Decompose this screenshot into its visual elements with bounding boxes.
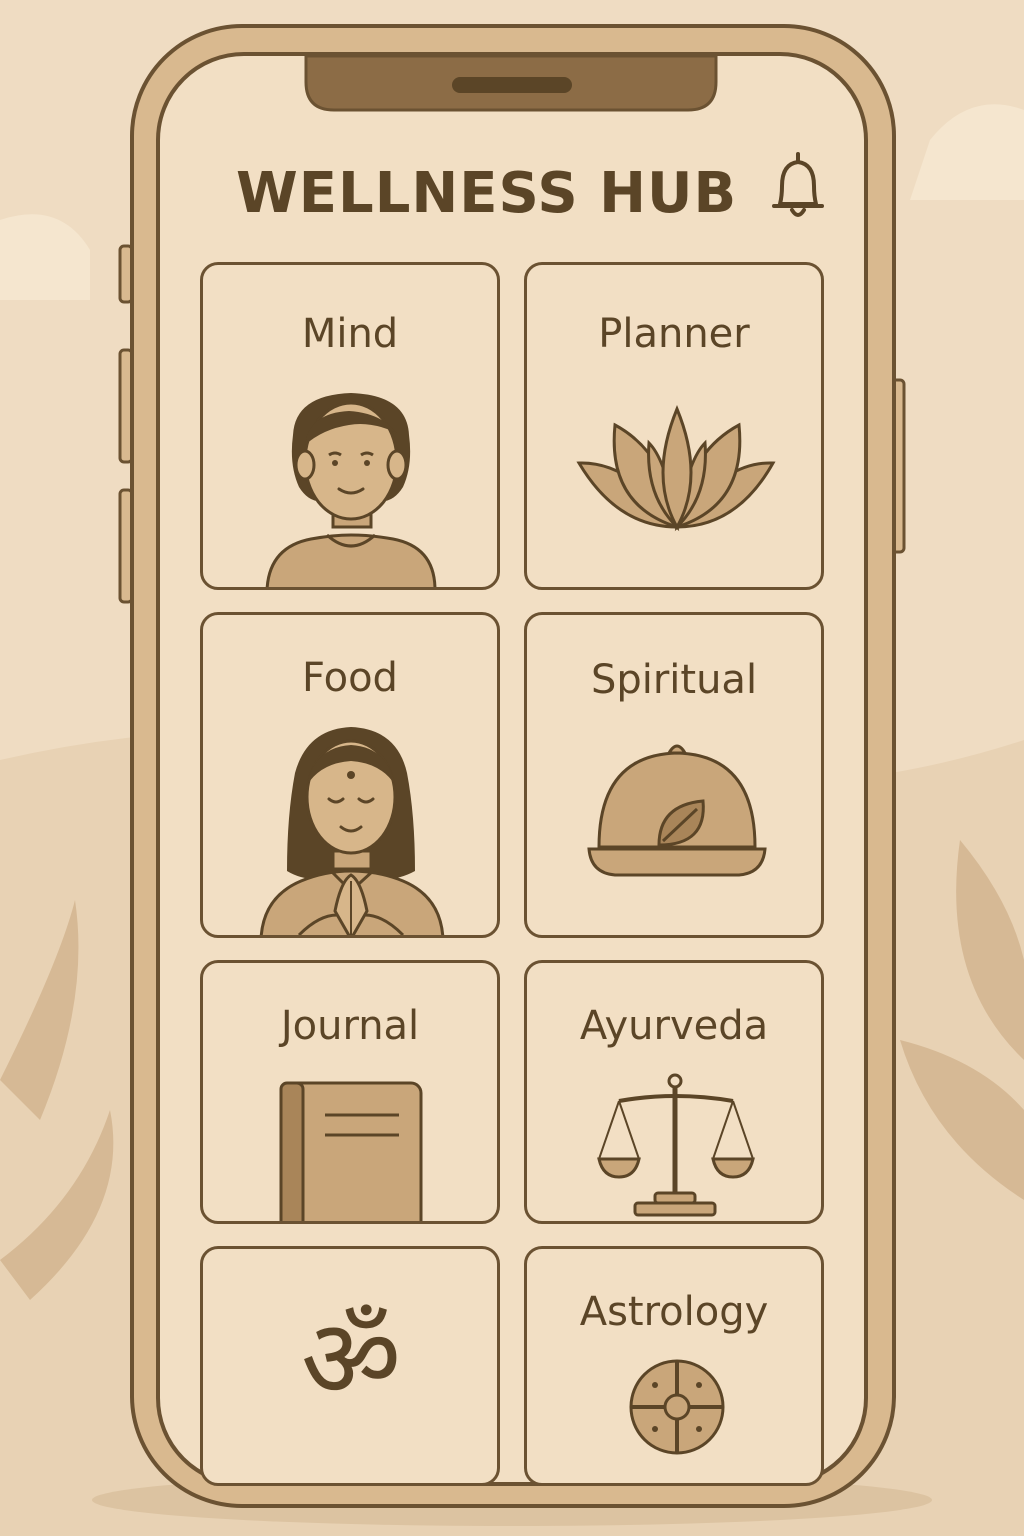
tile-planner[interactable]: Planner bbox=[524, 262, 824, 590]
tile-journal[interactable]: Journal bbox=[200, 960, 500, 1224]
lotus-icon bbox=[576, 405, 776, 532]
covered-dish-icon bbox=[587, 744, 767, 877]
tile-spiritual[interactable]: Spiritual bbox=[524, 612, 824, 938]
om-symbol-icon: ॐ bbox=[301, 1295, 401, 1423]
bell-icon[interactable] bbox=[768, 150, 828, 224]
app-title: WELLNESS HUB bbox=[236, 161, 738, 226]
book-icon bbox=[279, 1081, 423, 1221]
svg-text:ॐ: ॐ bbox=[301, 1295, 401, 1423]
phone-frame bbox=[118, 24, 906, 1508]
tile-food[interactable]: Food bbox=[200, 612, 500, 938]
woman-portrait-icon bbox=[265, 393, 437, 587]
tile-mind[interactable]: Mind bbox=[200, 262, 500, 590]
tile-om[interactable]: ॐ bbox=[200, 1246, 500, 1486]
praying-woman-icon bbox=[259, 727, 445, 935]
tile-astrology[interactable]: Astrology bbox=[524, 1246, 824, 1486]
zodiac-wheel-icon bbox=[629, 1359, 725, 1455]
tile-ayurveda[interactable]: Ayurveda bbox=[524, 960, 824, 1224]
balance-scale-icon bbox=[597, 1073, 755, 1217]
